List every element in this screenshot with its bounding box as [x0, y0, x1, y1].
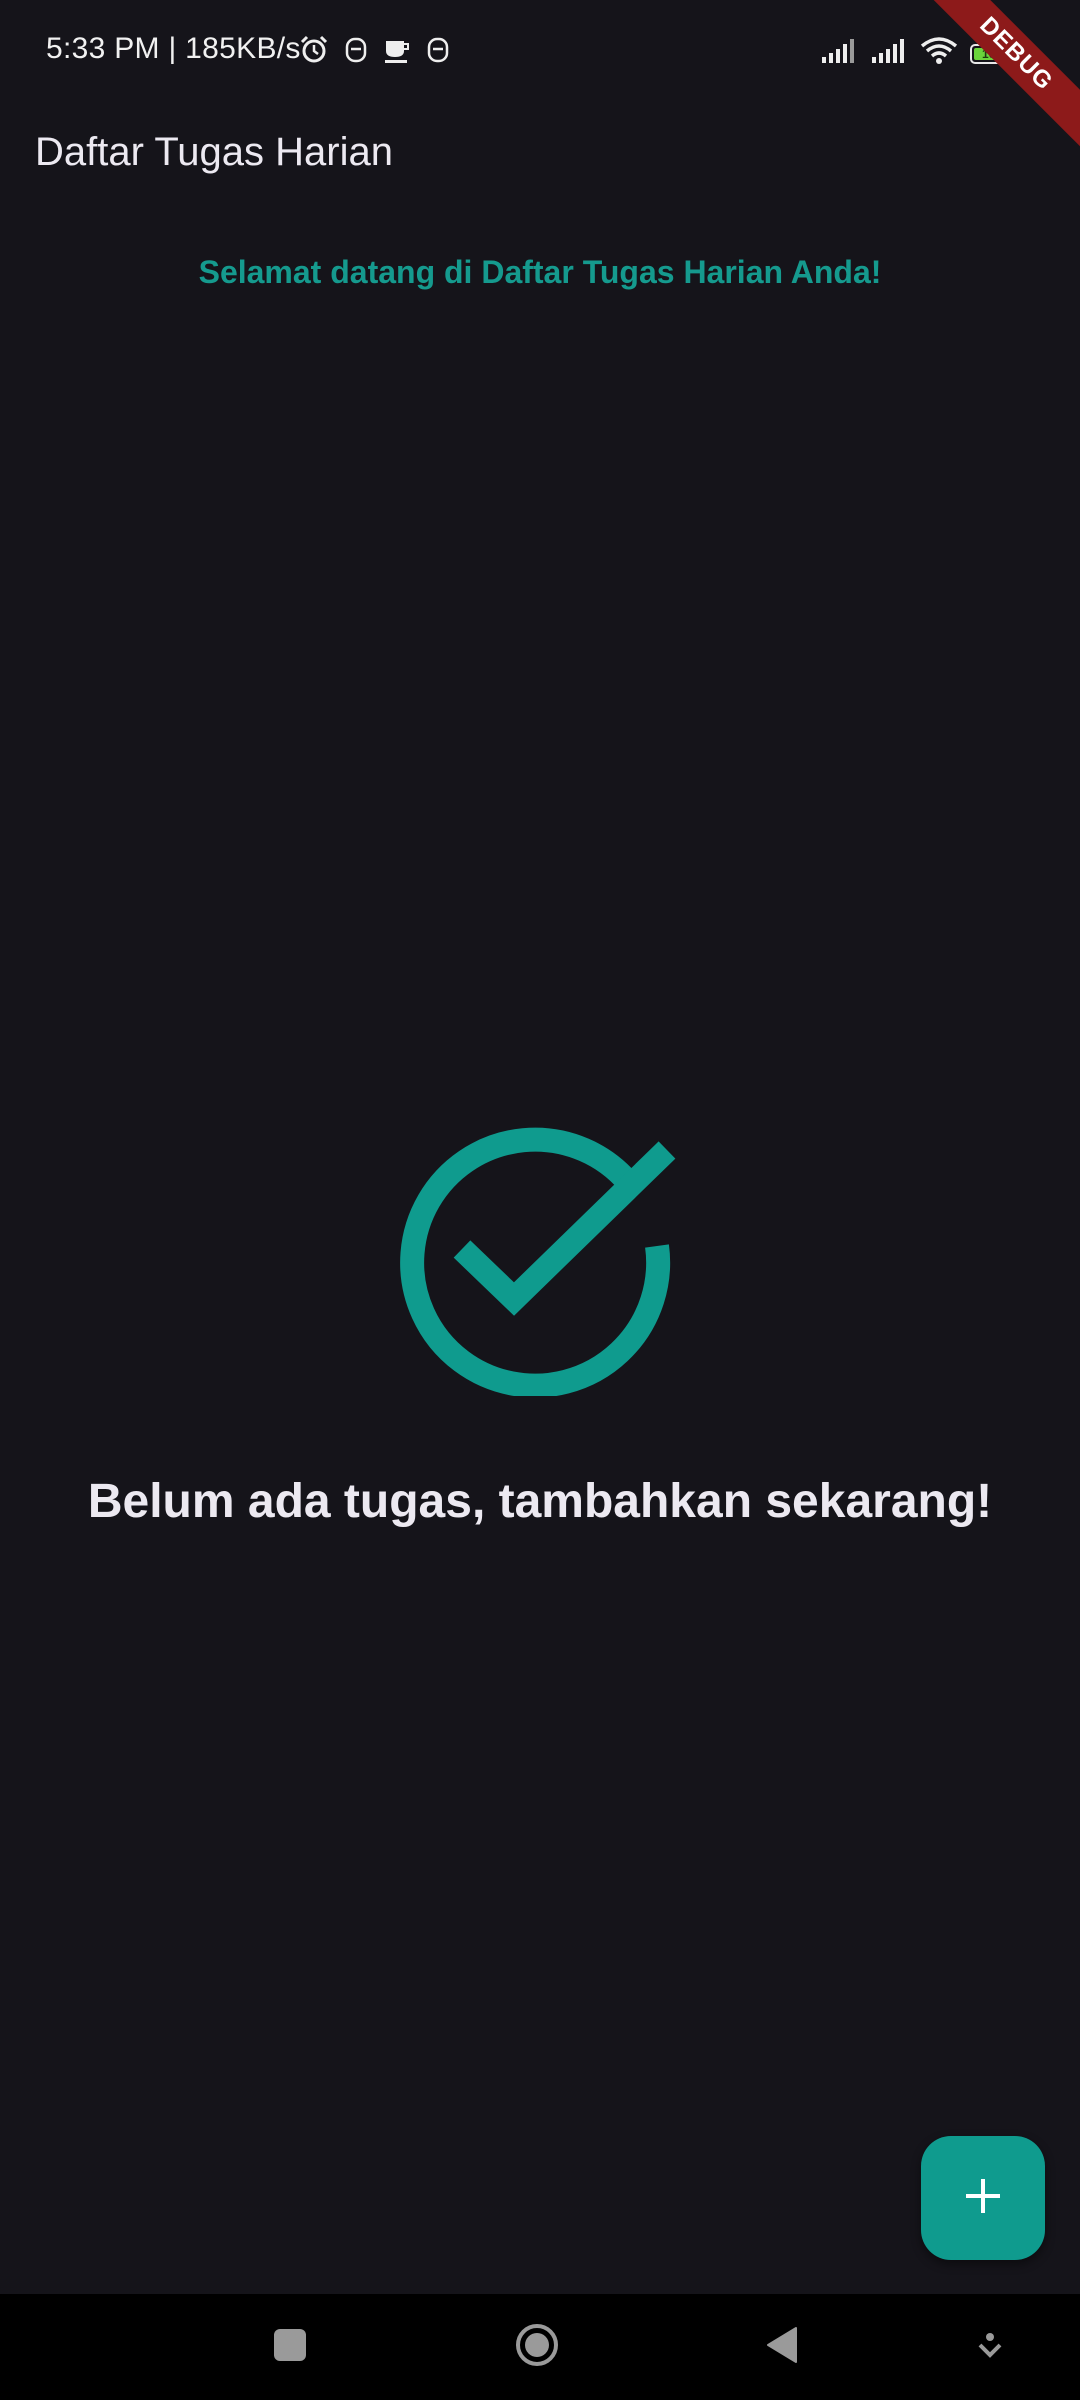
chevron-down-icon — [976, 2331, 1004, 2364]
empty-state-message: Belum ada tugas, tambahkan sekarang! — [87, 1475, 993, 1528]
recents-button[interactable] — [230, 2294, 350, 2400]
status-icons-right: 100 — [820, 36, 1020, 71]
notification-icon — [344, 35, 368, 70]
notification-icon — [426, 35, 450, 70]
status-bar: 5:33 PM | 185KB/s 100 — [0, 0, 1080, 100]
back-triangle-icon — [764, 2325, 800, 2370]
home-circle-icon — [514, 2322, 560, 2373]
battery-level: 100 — [974, 47, 1010, 60]
signal-icon — [870, 37, 908, 70]
expand-button[interactable] — [930, 2294, 1050, 2400]
battery-icon: 100 — [970, 43, 1020, 64]
screen: 5:33 PM | 185KB/s 100 DEBUG Daftar Tugas… — [0, 0, 1080, 2400]
page-title: Daftar Tugas Harian — [35, 130, 393, 174]
add-task-button[interactable] — [921, 2136, 1045, 2260]
status-icons-left — [298, 34, 450, 71]
welcome-text: Selamat datang di Daftar Tugas Harian An… — [198, 254, 882, 290]
signal-icon — [820, 37, 858, 70]
plus-icon — [963, 2176, 1003, 2221]
wifi-icon — [920, 36, 958, 71]
square-icon — [272, 2327, 308, 2368]
navigation-bar — [0, 2294, 1080, 2400]
app-bar: Daftar Tugas Harian — [0, 100, 1080, 210]
back-button[interactable] — [722, 2294, 842, 2400]
status-time-speed: 5:33 PM | 185KB/s — [46, 32, 301, 65]
alarm-icon — [298, 34, 330, 71]
home-button[interactable] — [477, 2294, 597, 2400]
coffee-icon — [382, 35, 412, 70]
check-circle-icon — [400, 1116, 680, 1398]
